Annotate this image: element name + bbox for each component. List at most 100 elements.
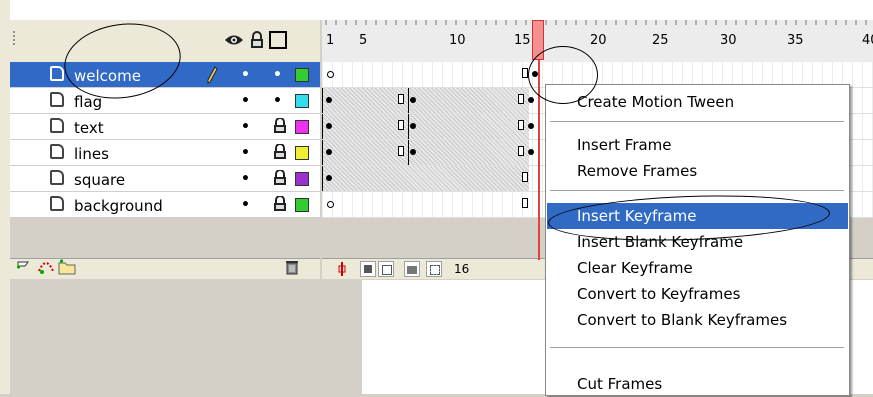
visibility-dot[interactable]: • <box>241 171 250 187</box>
outline-color-swatch[interactable] <box>295 120 309 134</box>
keyframe[interactable] <box>326 97 332 103</box>
outline-icon[interactable] <box>268 30 288 50</box>
keyframe[interactable] <box>326 175 332 181</box>
layer-name: background <box>74 197 163 215</box>
frame-span[interactable] <box>322 166 529 191</box>
lock-dot[interactable]: • <box>273 93 282 109</box>
keyframe[interactable] <box>528 149 534 155</box>
onion-skin-icon[interactable] <box>360 261 376 277</box>
keyframe[interactable] <box>410 97 416 103</box>
layer-icon <box>50 92 64 107</box>
frame-span[interactable] <box>322 140 409 165</box>
menu-item-convert-to-keyframes[interactable]: Convert to Keyframes <box>547 281 848 307</box>
lock-icon[interactable] <box>273 169 287 186</box>
keyframe[interactable] <box>326 149 332 155</box>
ruler-label: 15 <box>514 33 531 48</box>
layer-icon <box>50 118 64 133</box>
end-frame[interactable] <box>518 120 524 130</box>
layer-row-lines[interactable]: lines • <box>10 140 320 166</box>
lock-icon[interactable] <box>273 195 287 212</box>
frame-span[interactable] <box>408 140 529 165</box>
stage-gray-area <box>10 280 362 394</box>
eye-icon[interactable] <box>224 30 244 50</box>
ruler-label: 20 <box>590 33 607 48</box>
layers-footer <box>10 258 320 279</box>
lock-icon[interactable] <box>273 143 287 160</box>
menu-item-create-motion-tween[interactable]: Create Motion Tween <box>547 89 848 115</box>
keyframe-empty[interactable] <box>327 71 334 78</box>
keyframe[interactable] <box>326 123 332 129</box>
end-frame[interactable] <box>522 172 528 182</box>
visibility-dot[interactable]: • <box>241 93 250 109</box>
ruler-label: 5 <box>359 33 367 48</box>
keyframe-empty[interactable] <box>327 201 334 208</box>
end-frame[interactable] <box>398 146 404 156</box>
ruler-label: 35 <box>787 33 804 48</box>
visibility-dot[interactable]: • <box>241 67 250 83</box>
panel-grip-icon[interactable] <box>12 30 16 46</box>
visibility-dot[interactable]: • <box>241 119 250 135</box>
center-frame-icon[interactable] <box>334 261 350 277</box>
menu-separator <box>550 190 844 191</box>
lock-icon[interactable] <box>247 30 267 50</box>
timeline-ruler[interactable]: 1510152025303540 <box>322 20 873 63</box>
visibility-dot[interactable]: • <box>241 197 250 213</box>
onion-skin-outlines-icon[interactable] <box>378 261 394 277</box>
outline-color-swatch[interactable] <box>295 198 309 212</box>
keyframe[interactable] <box>528 97 534 103</box>
ruler-label: 1 <box>326 33 334 48</box>
insert-layer-icon[interactable] <box>14 259 30 275</box>
menu-item-insert-frame[interactable]: Insert Frame <box>547 132 848 158</box>
end-frame[interactable] <box>522 198 528 208</box>
context-menu: Create Motion Tween Insert Frame Remove Fr… <box>545 84 850 396</box>
outline-color-swatch[interactable] <box>295 146 309 160</box>
layer-name: square <box>74 171 126 189</box>
outline-color-swatch[interactable] <box>295 68 309 82</box>
layer-icon <box>50 196 64 211</box>
lock-icon[interactable] <box>273 117 287 134</box>
menu-separator <box>550 121 844 122</box>
end-frame[interactable] <box>518 94 524 104</box>
frame-span[interactable] <box>408 88 529 113</box>
top-strip <box>0 0 873 20</box>
visibility-dot[interactable]: • <box>241 145 250 161</box>
window-edge <box>0 0 10 394</box>
frame-span[interactable] <box>322 114 409 139</box>
layer-name: lines <box>74 145 109 163</box>
ruler-label: 10 <box>449 33 466 48</box>
menu-item-cut-frames[interactable]: Cut Frames <box>547 371 848 397</box>
ruler-label: 40 <box>862 33 873 48</box>
ruler-label: 30 <box>720 33 737 48</box>
edit-multiple-frames-icon[interactable] <box>404 261 420 277</box>
layer-name: text <box>74 119 104 137</box>
layer-row-square[interactable]: square • <box>10 166 320 192</box>
trash-icon[interactable] <box>284 259 300 275</box>
keyframe[interactable] <box>528 123 534 129</box>
current-frame-readout: 16 <box>454 262 470 276</box>
pencil-icon <box>206 66 218 88</box>
insert-layer-folder-icon[interactable] <box>58 259 76 275</box>
menu-separator <box>550 347 844 348</box>
menu-item-convert-to-blank-keyframes[interactable]: Convert to Blank Keyframes <box>547 307 848 333</box>
modify-onion-markers-icon[interactable] <box>426 261 442 277</box>
layer-row-background[interactable]: background • <box>10 192 320 218</box>
keyframe[interactable] <box>410 149 416 155</box>
end-frame[interactable] <box>518 146 524 156</box>
menu-item-clear-keyframe[interactable]: Clear Keyframe <box>547 255 848 281</box>
frame-span[interactable] <box>322 88 409 113</box>
keyframe[interactable] <box>410 123 416 129</box>
layer-icon <box>50 66 64 81</box>
lock-dot[interactable]: • <box>273 67 282 83</box>
add-motion-guide-icon[interactable] <box>36 259 54 275</box>
layer-row-flag[interactable]: flag • • <box>10 88 320 114</box>
frame-span[interactable] <box>408 114 529 139</box>
outline-color-swatch[interactable] <box>295 172 309 186</box>
menu-item-remove-frames[interactable]: Remove Frames <box>547 158 848 184</box>
ruler-label: 25 <box>652 33 669 48</box>
layer-row-text[interactable]: text • <box>10 114 320 140</box>
end-frame[interactable] <box>398 120 404 130</box>
outline-color-swatch[interactable] <box>295 94 309 108</box>
layer-icon <box>50 170 64 185</box>
end-frame[interactable] <box>398 94 404 104</box>
layer-icon <box>50 144 64 159</box>
